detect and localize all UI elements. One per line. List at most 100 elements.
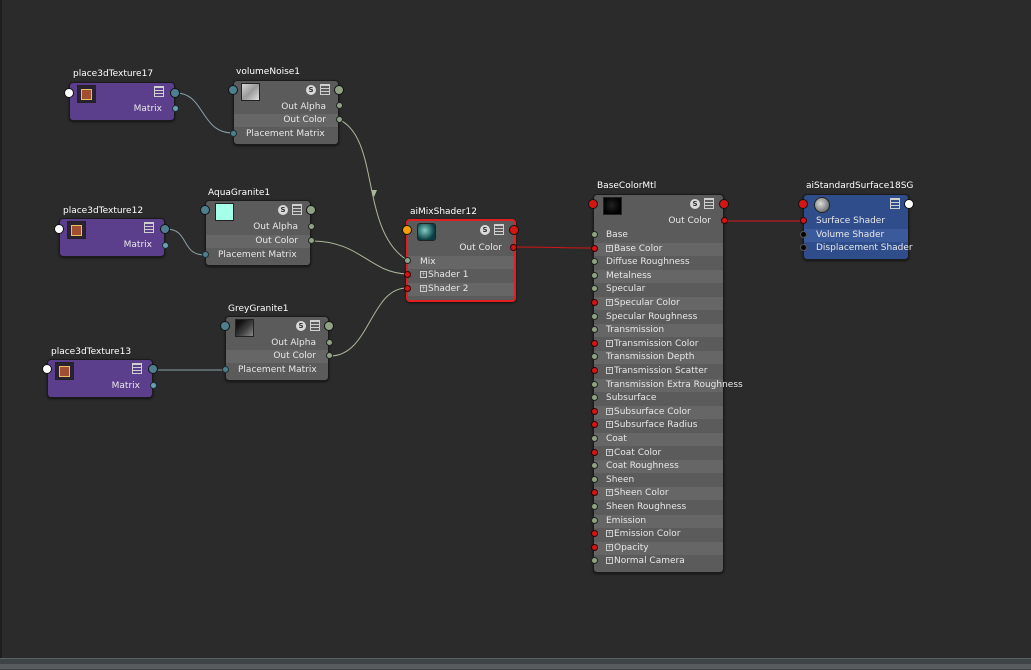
output-label-out-alpha: Out Alpha xyxy=(281,102,326,112)
node-input-port[interactable] xyxy=(402,225,412,235)
expand-icon[interactable]: + xyxy=(606,489,613,497)
input-port-specular-color[interactable] xyxy=(591,299,598,306)
out-alpha-port[interactable] xyxy=(336,102,343,109)
expand-icon[interactable]: + xyxy=(606,339,613,347)
swatch-s-icon[interactable]: S xyxy=(278,205,288,215)
node-input-port[interactable] xyxy=(64,88,74,98)
node-output-port[interactable] xyxy=(324,321,334,331)
node-output-port[interactable] xyxy=(334,85,344,95)
node-input-port[interactable] xyxy=(42,364,52,374)
placement-matrix-port[interactable] xyxy=(222,366,229,373)
node-output-port[interactable] xyxy=(719,199,729,209)
input-port-base-color[interactable] xyxy=(591,244,598,252)
swatch-s-icon[interactable]: S xyxy=(296,321,306,331)
input-port-metalness[interactable] xyxy=(591,271,598,279)
input-port-sheen[interactable] xyxy=(591,475,598,483)
expand-icon[interactable]: + xyxy=(606,407,613,415)
node-aimixshader12[interactable]: S Out Color Mix + Shader 1 + Shader 2 xyxy=(406,219,516,302)
out-color-port[interactable] xyxy=(721,217,728,224)
input-label-surface-shader: Surface Shader xyxy=(816,216,886,226)
attribute-list-icon[interactable] xyxy=(320,84,330,95)
node-aquagranite1[interactable]: S Out Alpha Out Color Placement Matrix xyxy=(205,200,311,266)
input-label: Specular Color xyxy=(614,298,680,308)
placement-matrix-port[interactable] xyxy=(202,251,209,258)
node-output-port[interactable] xyxy=(904,199,914,209)
expand-icon[interactable]: + xyxy=(606,421,613,429)
node-input-port[interactable] xyxy=(54,224,64,234)
swatch-s-icon[interactable]: S xyxy=(480,225,490,235)
expand-icon[interactable]: + xyxy=(420,285,427,292)
expand-icon[interactable]: + xyxy=(606,557,613,565)
attribute-list-icon[interactable] xyxy=(154,86,164,97)
input-port-specular-roughness[interactable] xyxy=(591,312,598,320)
out-color-port[interactable] xyxy=(336,116,343,123)
grey-granite-swatch-icon xyxy=(235,319,254,337)
matrix-output-port[interactable] xyxy=(162,242,169,249)
input-port-coat-color[interactable] xyxy=(591,448,598,456)
shader-1-port[interactable] xyxy=(404,271,411,278)
node-output-port[interactable] xyxy=(160,224,170,234)
shading-group-icon xyxy=(814,197,830,213)
shader-2-port[interactable] xyxy=(404,285,411,292)
aqua-granite-swatch-icon xyxy=(215,203,234,221)
expand-icon[interactable]: + xyxy=(606,299,613,306)
attribute-list-icon[interactable] xyxy=(292,204,302,215)
expand-icon[interactable]: + xyxy=(606,244,613,252)
input-port-opacity[interactable] xyxy=(591,543,598,551)
node-place3dtexture13[interactable]: Matrix xyxy=(47,359,153,398)
node-input-port[interactable] xyxy=(200,205,210,215)
volume-shader-port[interactable] xyxy=(800,231,807,238)
attribute-list-icon[interactable] xyxy=(704,198,714,209)
out-color-port[interactable] xyxy=(510,244,517,251)
swatch-s-icon[interactable]: S xyxy=(306,85,316,95)
node-volumenoise1[interactable]: S Out Alpha Out Color Placement Matrix xyxy=(233,80,339,145)
attribute-list-icon[interactable] xyxy=(144,222,154,233)
out-alpha-port[interactable] xyxy=(308,223,315,230)
node-aistandardsurface18sg[interactable]: Surface Shader Volume Shader Displacemen… xyxy=(803,194,913,260)
input-port-transmission-color[interactable] xyxy=(591,339,598,347)
input-row-normal-camera: + Normal Camera xyxy=(594,555,723,568)
expand-icon[interactable]: + xyxy=(606,543,613,551)
node-title-place3dtexture17: place3dTexture17 xyxy=(73,69,154,79)
attribute-list-icon[interactable] xyxy=(310,320,320,331)
surface-shader-port[interactable] xyxy=(800,217,807,224)
expand-icon[interactable]: + xyxy=(606,367,613,374)
node-output-port[interactable] xyxy=(306,205,316,215)
input-port-transmission-extra-roughness[interactable] xyxy=(591,380,598,388)
expand-icon[interactable]: + xyxy=(606,448,613,456)
attribute-list-icon[interactable] xyxy=(132,363,142,374)
input-port-base[interactable] xyxy=(591,231,598,238)
matrix-output-port[interactable] xyxy=(150,382,157,389)
input-label: Subsurface Radius xyxy=(614,420,698,431)
displacement-shader-port[interactable] xyxy=(800,244,807,251)
expand-icon[interactable]: + xyxy=(420,271,427,278)
node-input-port[interactable] xyxy=(228,85,238,95)
input-row-subsurface-radius: + Subsurface Radius xyxy=(594,419,723,432)
input-port-subsurface-color[interactable] xyxy=(591,407,598,415)
node-greygranite1[interactable]: S Out Alpha Out Color Placement Matrix xyxy=(225,316,329,381)
node-input-port[interactable] xyxy=(588,199,598,209)
attribute-list-icon[interactable] xyxy=(494,224,504,235)
input-port-sheen-roughness[interactable] xyxy=(591,503,598,510)
node-output-port[interactable] xyxy=(509,225,519,235)
node-output-port[interactable] xyxy=(148,364,158,374)
node-place3dtexture17[interactable]: Matrix xyxy=(69,82,175,121)
swatch-s-icon[interactable]: S xyxy=(690,199,700,209)
out-alpha-port[interactable] xyxy=(326,339,333,346)
input-port-coat[interactable] xyxy=(591,435,598,442)
node-input-port[interactable] xyxy=(220,321,230,331)
out-color-port[interactable] xyxy=(326,352,333,359)
node-basecolormtl[interactable]: S Out Color Base + Base Color Diffuse Rough… xyxy=(593,194,743,573)
matrix-output-port[interactable] xyxy=(172,105,179,112)
node-output-port[interactable] xyxy=(170,88,180,98)
node-place3dtexture12[interactable]: Matrix xyxy=(59,218,165,257)
expand-icon[interactable]: + xyxy=(606,530,613,538)
attribute-list-icon[interactable] xyxy=(890,198,900,209)
mix-port[interactable] xyxy=(404,257,411,264)
input-port-emission[interactable] xyxy=(591,516,598,524)
input-port-transmission-scatter[interactable] xyxy=(591,367,598,374)
out-color-port[interactable] xyxy=(308,237,315,244)
input-label-placement-matrix: Placement Matrix xyxy=(246,129,325,139)
placement-matrix-port[interactable] xyxy=(230,130,237,137)
node-input-port[interactable] xyxy=(798,199,808,209)
